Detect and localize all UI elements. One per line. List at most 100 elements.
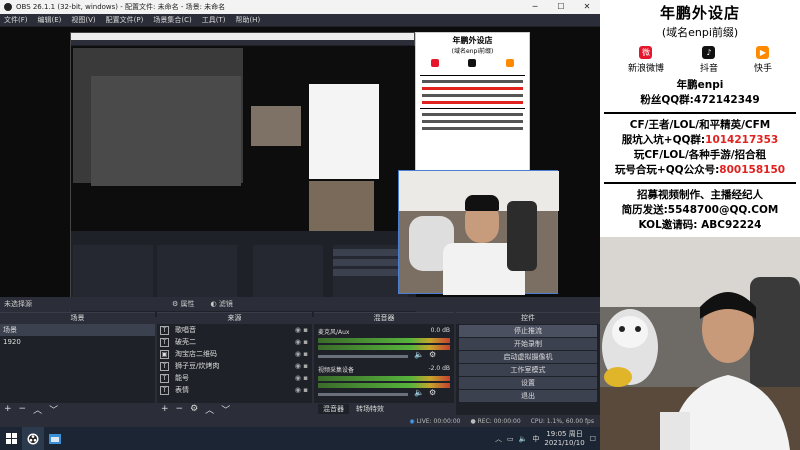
visibility-lock-icon[interactable]: ◉ ▪: [295, 348, 308, 360]
controls-header: 控件: [456, 313, 600, 324]
properties-button[interactable]: ⚙ 属性: [172, 299, 195, 309]
scene-item[interactable]: 1920: [0, 336, 155, 348]
preview-banner-image: 年鹏外设店 (域名enpi前缀): [415, 32, 530, 172]
studio-mode-button[interactable]: 工作室模式: [459, 364, 597, 376]
source-item[interactable]: T 表情 ◉ ▪: [157, 384, 312, 396]
windows-start-icon[interactable]: [0, 427, 22, 450]
source-item[interactable]: T 歌唱音 ◉ ▪: [157, 324, 312, 336]
email-line: 简历发送:5548700@QQ.COM: [621, 204, 779, 216]
add-scene-button[interactable]: +: [4, 404, 12, 414]
gear-icon[interactable]: ⚙: [190, 404, 198, 414]
games-line: 玩CF/LOL/各种手游/招合租: [633, 149, 767, 161]
move-down-icon[interactable]: ﹀: [221, 403, 230, 416]
shop-banner: 年鹏外设店 (域名enpi前缀) 微 新浪微博 ♪ 抖音 ▶ 快手 年鹏enpi…: [600, 0, 800, 237]
divider: [604, 182, 796, 184]
weibo-icon: 微: [639, 46, 653, 59]
add-source-button[interactable]: +: [161, 404, 169, 414]
volume-slider[interactable]: [318, 354, 408, 358]
mixer-dock: 混音器 麦克风/Aux 0.0 dB 🔈 ⚙ 视频采集设备 -2.0 dB 🔈 ⚙ 混音…: [314, 312, 454, 415]
notification-icon[interactable]: ☐: [590, 435, 596, 443]
filters-button[interactable]: ◐ 滤镜: [211, 299, 233, 309]
record-icon: ●: [470, 417, 476, 425]
exit-button[interactable]: 退出: [459, 390, 597, 402]
preview-canvas[interactable]: 年鹏外设店 (域名enpi前缀): [0, 27, 600, 317]
visibility-lock-icon[interactable]: ◉ ▪: [295, 336, 308, 348]
visibility-lock-icon[interactable]: ◉ ▪: [295, 372, 308, 384]
controls-dock: 控件 停止推流 开始录制 启动虚拟摄像机 工作室模式 设置 退出: [456, 312, 600, 415]
webcam-image: [600, 237, 800, 450]
source-toolbar: 未选择源 ⚙ 属性 ◐ 滤镜: [0, 297, 600, 311]
recruit-line: 招募视频制作、主播经纪人: [637, 189, 763, 201]
chevron-up-icon[interactable]: ︿: [495, 434, 502, 444]
ime-indicator[interactable]: 中: [532, 434, 539, 444]
move-up-icon[interactable]: ︿: [205, 403, 214, 416]
speaker-icon[interactable]: 🔈: [414, 350, 424, 359]
network-icon[interactable]: ▭: [507, 435, 514, 443]
menu-tools[interactable]: 工具(T): [202, 15, 226, 25]
app-taskbar-icon[interactable]: [44, 427, 66, 450]
scenes-header: 场景: [0, 313, 155, 324]
social-weibo: 微 新浪微博: [627, 46, 664, 74]
social-links: 微 新浪微博 ♪ 抖音 ▶ 快手: [600, 46, 800, 74]
volume-slider[interactable]: [318, 392, 408, 396]
stop-streaming-button[interactable]: 停止推流: [459, 325, 597, 337]
nested-obs-capture: [70, 32, 416, 317]
channel-name: 麦克风/Aux: [318, 329, 350, 336]
source-item[interactable]: ▣ 淘宝店二维码 ◉ ▪: [157, 348, 312, 360]
visibility-lock-icon[interactable]: ◉ ▪: [295, 384, 308, 396]
move-up-icon[interactable]: ︿: [33, 403, 42, 416]
status-bar: ◉ LIVE: 00:00:00 ● REC: 00:00:00 CPU: 1.…: [0, 415, 600, 427]
stream-overlay-column: 年鹏外设店 (域名enpi前缀) 微 新浪微博 ♪ 抖音 ▶ 快手 年鹏enpi…: [600, 0, 800, 450]
source-item[interactable]: T 能号 ◉ ▪: [157, 372, 312, 384]
gear-icon[interactable]: ⚙: [429, 350, 436, 359]
visibility-lock-icon[interactable]: ◉ ▪: [295, 360, 308, 372]
menu-scene-collection[interactable]: 场景集合(C): [153, 15, 191, 25]
menu-view[interactable]: 视图(V): [71, 15, 95, 25]
remove-source-button[interactable]: −: [176, 404, 184, 414]
volume-icon[interactable]: 🔈: [519, 435, 528, 443]
source-item[interactable]: T 狮子豆/炊烤肉 ◉ ▪: [157, 360, 312, 372]
kol-code-line: KOL邀请码: ABC92224: [638, 219, 762, 231]
live-status: ◉ LIVE: 00:00:00: [409, 417, 461, 425]
menu-profile[interactable]: 配置文件(P): [106, 15, 144, 25]
obs-taskbar-icon[interactable]: [22, 427, 44, 450]
maximize-button[interactable]: ☐: [548, 0, 574, 14]
menu-bar: 文件(F) 编辑(E) 视图(V) 配置文件(P) 场景集合(C) 工具(T) …: [0, 14, 600, 27]
text-source-icon: T: [160, 337, 169, 347]
speaker-icon[interactable]: 🔈: [414, 388, 424, 397]
text-source-icon: T: [160, 361, 169, 371]
settings-button[interactable]: 设置: [459, 377, 597, 389]
webcam-feed: [600, 237, 800, 450]
no-source-label: 未选择源: [4, 300, 32, 308]
filter-icon: ◐: [210, 300, 217, 308]
desktop: OBS 26.1.1 (32-bit, windows) - 配置文件: 未命名…: [0, 0, 800, 450]
qq-group-line: 服坑入坑+QQ群:1014217353: [621, 134, 779, 146]
douyin-icon: ♪: [702, 46, 716, 59]
tab-transitions[interactable]: 转场特效: [356, 404, 384, 414]
close-button[interactable]: ✕: [574, 0, 600, 14]
scenes-dock: 场景 场景 1920 + − ︿ ﹀: [0, 312, 155, 416]
rec-status: ● REC: 00:00:00: [470, 417, 521, 425]
gear-icon: ⚙: [172, 300, 179, 308]
tab-mixer[interactable]: 混音器: [318, 404, 349, 414]
move-down-icon[interactable]: ﹀: [49, 403, 58, 416]
live-icon: ◉: [409, 417, 415, 425]
minimize-button[interactable]: ─: [522, 0, 548, 14]
image-source-icon: ▣: [160, 349, 169, 359]
start-recording-button[interactable]: 开始录制: [459, 338, 597, 350]
source-item[interactable]: T 破壳二 ◉ ▪: [157, 336, 312, 348]
scene-item[interactable]: 场景: [0, 324, 155, 336]
clock[interactable]: 19:05 周日 2021/10/10: [544, 430, 584, 448]
volume-meter: [318, 383, 450, 388]
menu-help[interactable]: 帮助(H): [235, 15, 260, 25]
remove-scene-button[interactable]: −: [19, 404, 27, 414]
menu-edit[interactable]: 编辑(E): [38, 15, 62, 25]
sources-toolbar: + − ⚙ ︿ ﹀: [157, 403, 312, 416]
gear-icon[interactable]: ⚙: [429, 388, 436, 397]
menu-file[interactable]: 文件(F): [4, 15, 28, 25]
preview-webcam-source[interactable]: [398, 170, 559, 295]
scenes-toolbar: + − ︿ ﹀: [0, 403, 155, 416]
virtual-camera-button[interactable]: 启动虚拟摄像机: [459, 351, 597, 363]
dock-area: 场景 场景 1920 + − ︿ ﹀ 来源 T 歌唱音 ◉ ▪ T 破壳二 ◉ ▪ ▣ 淘…: [0, 312, 600, 416]
visibility-lock-icon[interactable]: ◉ ▪: [295, 324, 308, 336]
